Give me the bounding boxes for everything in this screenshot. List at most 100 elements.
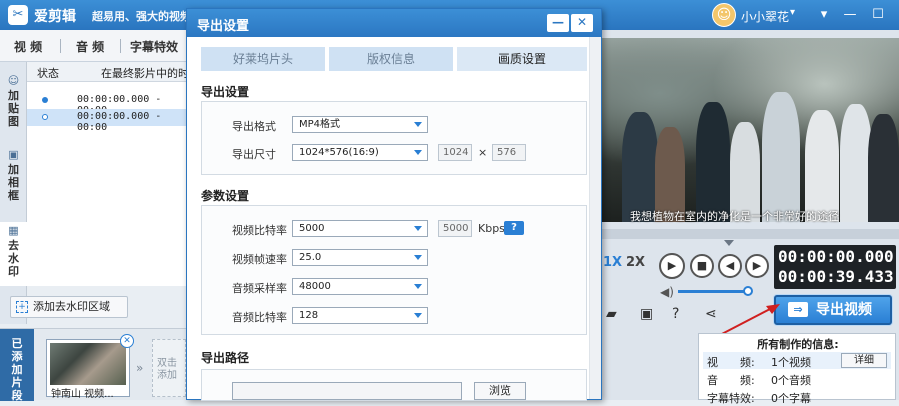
tab-audio[interactable]: 音 频 bbox=[76, 38, 104, 55]
next-frame-icon[interactable]: ▶ bbox=[745, 254, 769, 278]
mosaic-icon: ▦ bbox=[8, 224, 19, 237]
current-time: 00:00:00.000 bbox=[778, 247, 894, 266]
dialog-titlebar: 导出设置 — ✕ bbox=[187, 9, 601, 37]
clip-strip: 已添加片段 钟南山 视频... ✕ » 双击添加 bbox=[0, 328, 186, 402]
tab-separator bbox=[120, 39, 121, 53]
chevron-down-icon bbox=[414, 255, 422, 260]
close-icon[interactable]: ✕ bbox=[120, 334, 134, 348]
audio-bitrate-label: 音频比特率 bbox=[232, 311, 287, 324]
window-menu-button[interactable]: ▾ bbox=[814, 5, 834, 25]
side-nav: ☺ 加贴图 ▣ 加相框 ▦ 去水印 bbox=[0, 62, 27, 324]
clip-image bbox=[50, 343, 126, 385]
chevron-down-icon bbox=[414, 226, 422, 231]
window-maximize-button[interactable]: ☐ bbox=[868, 5, 888, 25]
format-select[interactable]: MP4格式 bbox=[292, 116, 428, 133]
user-name[interactable]: 小小翠花 bbox=[741, 8, 789, 25]
export-path-group: 浏览 bbox=[201, 369, 587, 401]
watermark-track-list: 状态 在最终影片中的时 00:00:00.000 - 00:00 00:00:0… bbox=[27, 62, 189, 286]
column-time: 在最终影片中的时 bbox=[101, 67, 189, 80]
sticker-icon: ☺ bbox=[7, 74, 20, 87]
status-dot bbox=[42, 97, 48, 103]
dialog-title: 导出设置 bbox=[197, 19, 250, 34]
export-settings-group: 导出格式 MP4格式 导出尺寸 1024*576(16:9) 1024 × 57… bbox=[201, 101, 587, 175]
format-label: 导出格式 bbox=[232, 120, 276, 133]
dialog-tabs: 好莱坞片头 版权信息 画质设置 bbox=[201, 47, 587, 71]
status-dot bbox=[42, 114, 48, 120]
video-bitrate-select[interactable]: 5000 bbox=[292, 220, 428, 237]
volume-icon[interactable]: ◀) bbox=[660, 285, 674, 299]
timeline-progress-bar[interactable] bbox=[600, 229, 899, 239]
export-path-input[interactable] bbox=[232, 382, 462, 400]
tab-subtitle-effects[interactable]: 字幕特效 bbox=[130, 38, 178, 55]
chevron-down-icon[interactable]: ▾ bbox=[790, 7, 795, 18]
export-settings-dialog: 导出设置 — ✕ 好莱坞片头 版权信息 画质设置 导出设置 导出格式 MP4格式… bbox=[186, 8, 602, 401]
height-field: 576 bbox=[492, 144, 526, 161]
dialog-close-button[interactable]: ✕ bbox=[571, 14, 593, 32]
avatar-icon[interactable]: ☺ bbox=[712, 3, 736, 27]
table-row[interactable]: 00:00:00.000 - 00:00 bbox=[27, 109, 186, 133]
audio-bitrate-select[interactable]: 128 bbox=[292, 307, 428, 324]
audio-sample-select[interactable]: 48000 bbox=[292, 278, 428, 295]
add-watermark-area-button[interactable]: + 添加去水印区域 bbox=[10, 296, 128, 318]
width-field: 1024 bbox=[438, 144, 472, 161]
timecode-display: 00:00:00.000 00:00:39.433 bbox=[774, 245, 896, 289]
volume-slider[interactable] bbox=[678, 290, 752, 293]
info-row-video: 视 频: 1个视频 详细 bbox=[703, 352, 891, 369]
tab-copyright[interactable]: 版权信息 bbox=[329, 47, 453, 71]
export-video-button[interactable]: ⇒ 导出视频 bbox=[774, 295, 892, 325]
section-export-path: 导出路径 bbox=[201, 351, 250, 365]
save-icon[interactable]: ▣ bbox=[640, 306, 653, 322]
speed-2x-button[interactable]: 2X bbox=[626, 255, 645, 270]
info-row-subtitle: 字幕特效: 0个字幕 bbox=[707, 392, 811, 405]
chevron-down-icon bbox=[414, 313, 422, 318]
side-item-add-frame[interactable]: ▣ 加相框 bbox=[0, 148, 27, 210]
dialog-scrollbar[interactable] bbox=[589, 37, 601, 399]
clip-drop-zone[interactable]: 双击添加 bbox=[152, 339, 186, 397]
help-icon[interactable]: ? bbox=[504, 221, 524, 235]
detail-button[interactable]: 详细 bbox=[841, 353, 887, 368]
column-status: 状态 bbox=[37, 67, 59, 80]
add-watermark-label: 添加去水印区域 bbox=[33, 300, 110, 313]
tab-separator bbox=[60, 39, 61, 53]
timeline-handle[interactable] bbox=[724, 240, 734, 246]
side-item-add-sticker[interactable]: ☺ 加贴图 bbox=[0, 74, 27, 136]
window-minimize-button[interactable]: — bbox=[840, 5, 860, 25]
speed-1x-button[interactable]: 1X bbox=[603, 255, 622, 270]
drop-hint: 双击添加 bbox=[157, 358, 177, 381]
app-name: 爱剪辑 bbox=[34, 9, 76, 25]
chevron-down-icon bbox=[414, 284, 422, 289]
size-select[interactable]: 1024*576(16:9) bbox=[292, 144, 428, 161]
chevron-down-icon bbox=[414, 150, 422, 155]
chevron-right-icon: » bbox=[136, 361, 144, 375]
frame-rate-label: 视频帧速率 bbox=[232, 253, 287, 266]
video-bitrate-display: 5000 bbox=[438, 220, 472, 237]
param-settings-group: 视频比特率 5000 5000 Kbps ? 视频帧速率 25.0 音频采样率 … bbox=[201, 205, 587, 335]
stop-icon[interactable]: ■ bbox=[690, 254, 714, 278]
tab-video[interactable]: 视 频 bbox=[14, 38, 42, 55]
side-item-label: 加相框 bbox=[8, 163, 19, 202]
info-row-audio: 音 频: 0个音频 bbox=[707, 374, 811, 387]
prev-frame-icon[interactable]: ◀ bbox=[718, 254, 742, 278]
play-icon[interactable]: ▶ bbox=[659, 253, 685, 279]
tab-hollywood-intro[interactable]: 好莱坞片头 bbox=[201, 47, 325, 71]
top-tab-bar: 视 频 音 频 字幕特效 bbox=[0, 30, 186, 62]
video-preview[interactable] bbox=[600, 38, 899, 222]
export-label: 导出视频 bbox=[816, 302, 872, 318]
size-label: 导出尺寸 bbox=[232, 148, 276, 161]
frame-rate-select[interactable]: 25.0 bbox=[292, 249, 428, 266]
browse-button[interactable]: 浏览 bbox=[474, 382, 526, 400]
clip-thumbnail[interactable]: 钟南山 视频... ✕ bbox=[46, 334, 134, 400]
track-time: 00:00:00.000 - 00:00 bbox=[77, 111, 162, 133]
project-info-panel: 所有制作的信息: 视 频: 1个视频 详细 音 频: 0个音频 字幕特效: 0个… bbox=[698, 333, 896, 405]
folder-icon[interactable]: ▰ bbox=[606, 306, 617, 322]
side-item-remove-watermark[interactable]: ▦ 去水印 bbox=[0, 222, 27, 286]
added-clips-label: 已添加片段 bbox=[0, 329, 34, 402]
scissors-logo-icon: ✂ bbox=[8, 5, 28, 25]
section-param-settings: 参数设置 bbox=[201, 189, 250, 203]
video-bitrate-label: 视频比特率 bbox=[232, 224, 287, 237]
video-subtitle: 我想植物在室内的净化是一个非常好的途径 bbox=[630, 210, 839, 223]
table-row[interactable]: 00:00:00.000 - 00:00 bbox=[27, 92, 186, 116]
tab-quality[interactable]: 画质设置 bbox=[457, 47, 587, 71]
dialog-minimize-button[interactable]: — bbox=[547, 14, 569, 32]
help-icon[interactable]: ? bbox=[672, 306, 679, 322]
